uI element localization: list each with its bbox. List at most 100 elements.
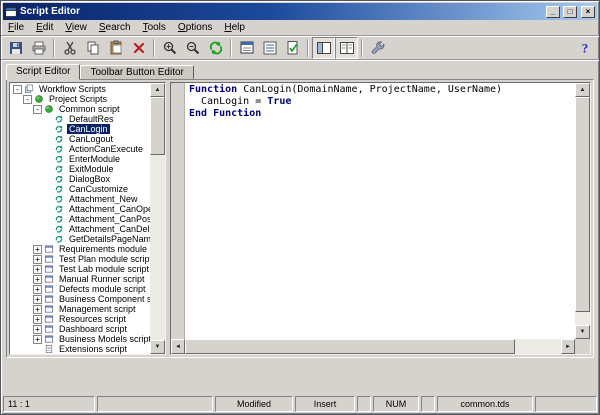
help-button[interactable]: [573, 37, 596, 59]
tree-item-label: GetDetailsPageName: [67, 234, 150, 244]
customize-button[interactable]: [366, 37, 389, 59]
code-area[interactable]: Function CanLogin(DomainName, ProjectNam…: [185, 83, 575, 339]
menu-help[interactable]: Help: [218, 21, 251, 34]
tree-item-project-scripts[interactable]: - Project Scripts: [10, 94, 150, 104]
editor-vertical-scrollbar[interactable]: ▲ ▼: [575, 83, 590, 339]
tree-item-defaultres[interactable]: DefaultRes: [10, 114, 150, 124]
scroll-up-button[interactable]: ▲: [150, 83, 165, 97]
scroll-track[interactable]: [185, 339, 561, 354]
tab-script-editor[interactable]: Script Editor: [6, 64, 80, 80]
tree-item-getdetailspagename[interactable]: GetDetailsPageName: [10, 234, 150, 244]
zoom-in-button[interactable]: [158, 37, 181, 59]
collapse-icon[interactable]: -: [23, 95, 32, 104]
tree-item-requirements-module-script[interactable]: +Requirements module script: [10, 244, 150, 254]
toolbar-separator: [153, 39, 155, 57]
close-button[interactable]: ×: [581, 6, 595, 18]
scroll-track[interactable]: [575, 97, 590, 325]
tree-item-label: Common script: [57, 104, 122, 114]
menu-search[interactable]: Search: [93, 21, 137, 34]
tree-item-test-plan-module-script[interactable]: + Test Plan module script: [10, 254, 150, 264]
tree-item-label: Test Plan module script: [57, 254, 150, 264]
scroll-up-button[interactable]: ▲: [575, 83, 590, 97]
tree-item-attachment-new[interactable]: Attachment_New: [10, 194, 150, 204]
tree-item-attachment-candelete[interactable]: Attachment_CanDelete: [10, 224, 150, 234]
toggle-tree-pane-button[interactable]: [312, 37, 335, 59]
tree-item-canlogout[interactable]: CanLogout: [10, 134, 150, 144]
menu-options[interactable]: Options: [172, 21, 218, 34]
field-customization-button[interactable]: [235, 37, 258, 59]
tree-item-canlogin[interactable]: CanLogin: [10, 124, 150, 134]
save-button[interactable]: [4, 37, 27, 59]
paste-button[interactable]: [104, 37, 127, 59]
menu-edit[interactable]: Edit: [30, 21, 59, 34]
syntax-check-button[interactable]: [281, 37, 304, 59]
tree-item-entermodule[interactable]: EnterModule: [10, 154, 150, 164]
menu-tools[interactable]: Tools: [137, 21, 172, 34]
tree-item-defects-module-script[interactable]: +Defects module script: [10, 284, 150, 294]
tree-vertical-scrollbar[interactable]: ▲ ▼: [150, 83, 165, 354]
window-title: Script Editor: [20, 6, 543, 17]
tab-toolbar-button-editor[interactable]: Toolbar Button Editor: [80, 65, 193, 79]
scroll-track[interactable]: [150, 97, 165, 340]
maximize-button[interactable]: □: [563, 6, 577, 18]
tree-item-manual-runner-script[interactable]: +Manual Runner script: [10, 274, 150, 284]
tree-item-exitmodule[interactable]: ExitModule: [10, 164, 150, 174]
leaf-icon: [54, 144, 64, 154]
sync-scripts-button[interactable]: [204, 37, 227, 59]
title-bar[interactable]: Script Editor _ □ ×: [3, 3, 597, 20]
menu-view[interactable]: View: [59, 21, 93, 34]
status-modified: Modified: [215, 396, 293, 412]
tree-item-dashboard-script[interactable]: +Dashboard script: [10, 324, 150, 334]
code-line: CanLogin = True: [189, 96, 571, 108]
expand-icon[interactable]: +: [33, 335, 42, 344]
print-button[interactable]: [27, 37, 50, 59]
tree-item-attachment-canopen[interactable]: Attachment_CanOpen: [10, 204, 150, 214]
expand-icon[interactable]: +: [33, 285, 42, 294]
scroll-down-button[interactable]: ▼: [150, 340, 165, 354]
expand-icon[interactable]: +: [33, 305, 42, 314]
scroll-thumb[interactable]: [575, 97, 590, 312]
expand-icon[interactable]: +: [33, 245, 42, 254]
tree-item-actioncanexecute[interactable]: ActionCanExecute: [10, 144, 150, 154]
editor-horizontal-scrollbar[interactable]: ◄ ►: [171, 339, 575, 354]
tree-item-common-script[interactable]: - Common script: [10, 104, 150, 114]
script-list-button[interactable]: [258, 37, 281, 59]
tree-item-label: Management script: [57, 304, 138, 314]
module-icon: [44, 304, 54, 314]
scroll-down-button[interactable]: ▼: [575, 325, 590, 339]
pane-left-icon: [316, 40, 332, 56]
delete-button[interactable]: [127, 37, 150, 59]
expand-icon[interactable]: +: [33, 255, 42, 264]
scroll-right-button[interactable]: ►: [561, 339, 575, 354]
tree-item-business-models-script[interactable]: +Business Models script: [10, 334, 150, 344]
scroll-thumb[interactable]: [185, 339, 515, 354]
scroll-thumb[interactable]: [150, 97, 165, 155]
expander-placeholder: [43, 215, 52, 224]
zoom-out-button[interactable]: [181, 37, 204, 59]
expand-icon[interactable]: +: [33, 295, 42, 304]
tree-item-dialogbox[interactable]: DialogBox: [10, 174, 150, 184]
tree-item-cancustomize[interactable]: CanCustomize: [10, 184, 150, 194]
tree-item-management-script[interactable]: + Management script: [10, 304, 150, 314]
tree-item-label: Project Scripts: [47, 94, 109, 104]
expand-icon[interactable]: +: [33, 315, 42, 324]
expand-icon[interactable]: +: [33, 325, 42, 334]
expand-icon[interactable]: +: [33, 265, 42, 274]
collapse-icon[interactable]: -: [13, 85, 22, 94]
collapse-icon[interactable]: -: [33, 105, 42, 114]
toggle-code-pane-button[interactable]: [335, 37, 358, 59]
scroll-left-button[interactable]: ◄: [171, 339, 185, 354]
menu-file[interactable]: File: [2, 21, 30, 34]
tree-item-label: Attachment_New: [67, 194, 140, 204]
expand-icon[interactable]: +: [33, 275, 42, 284]
tree-item-attachment-canpost[interactable]: Attachment_CanPost: [10, 214, 150, 224]
cut-button[interactable]: [58, 37, 81, 59]
tree-item-resources-script[interactable]: +Resources script: [10, 314, 150, 324]
tree-item-workflow-scripts[interactable]: -Workflow Scripts: [10, 84, 150, 94]
minimize-button[interactable]: _: [546, 6, 560, 18]
tree-item-test-lab-module-script[interactable]: +Test Lab module script: [10, 264, 150, 274]
copy-button[interactable]: [81, 37, 104, 59]
tree-item-extensions-script[interactable]: Extensions script: [10, 344, 150, 354]
tree-item-label: Extensions script: [57, 344, 129, 354]
tree-item-business-component-script[interactable]: +Business Component script: [10, 294, 150, 304]
